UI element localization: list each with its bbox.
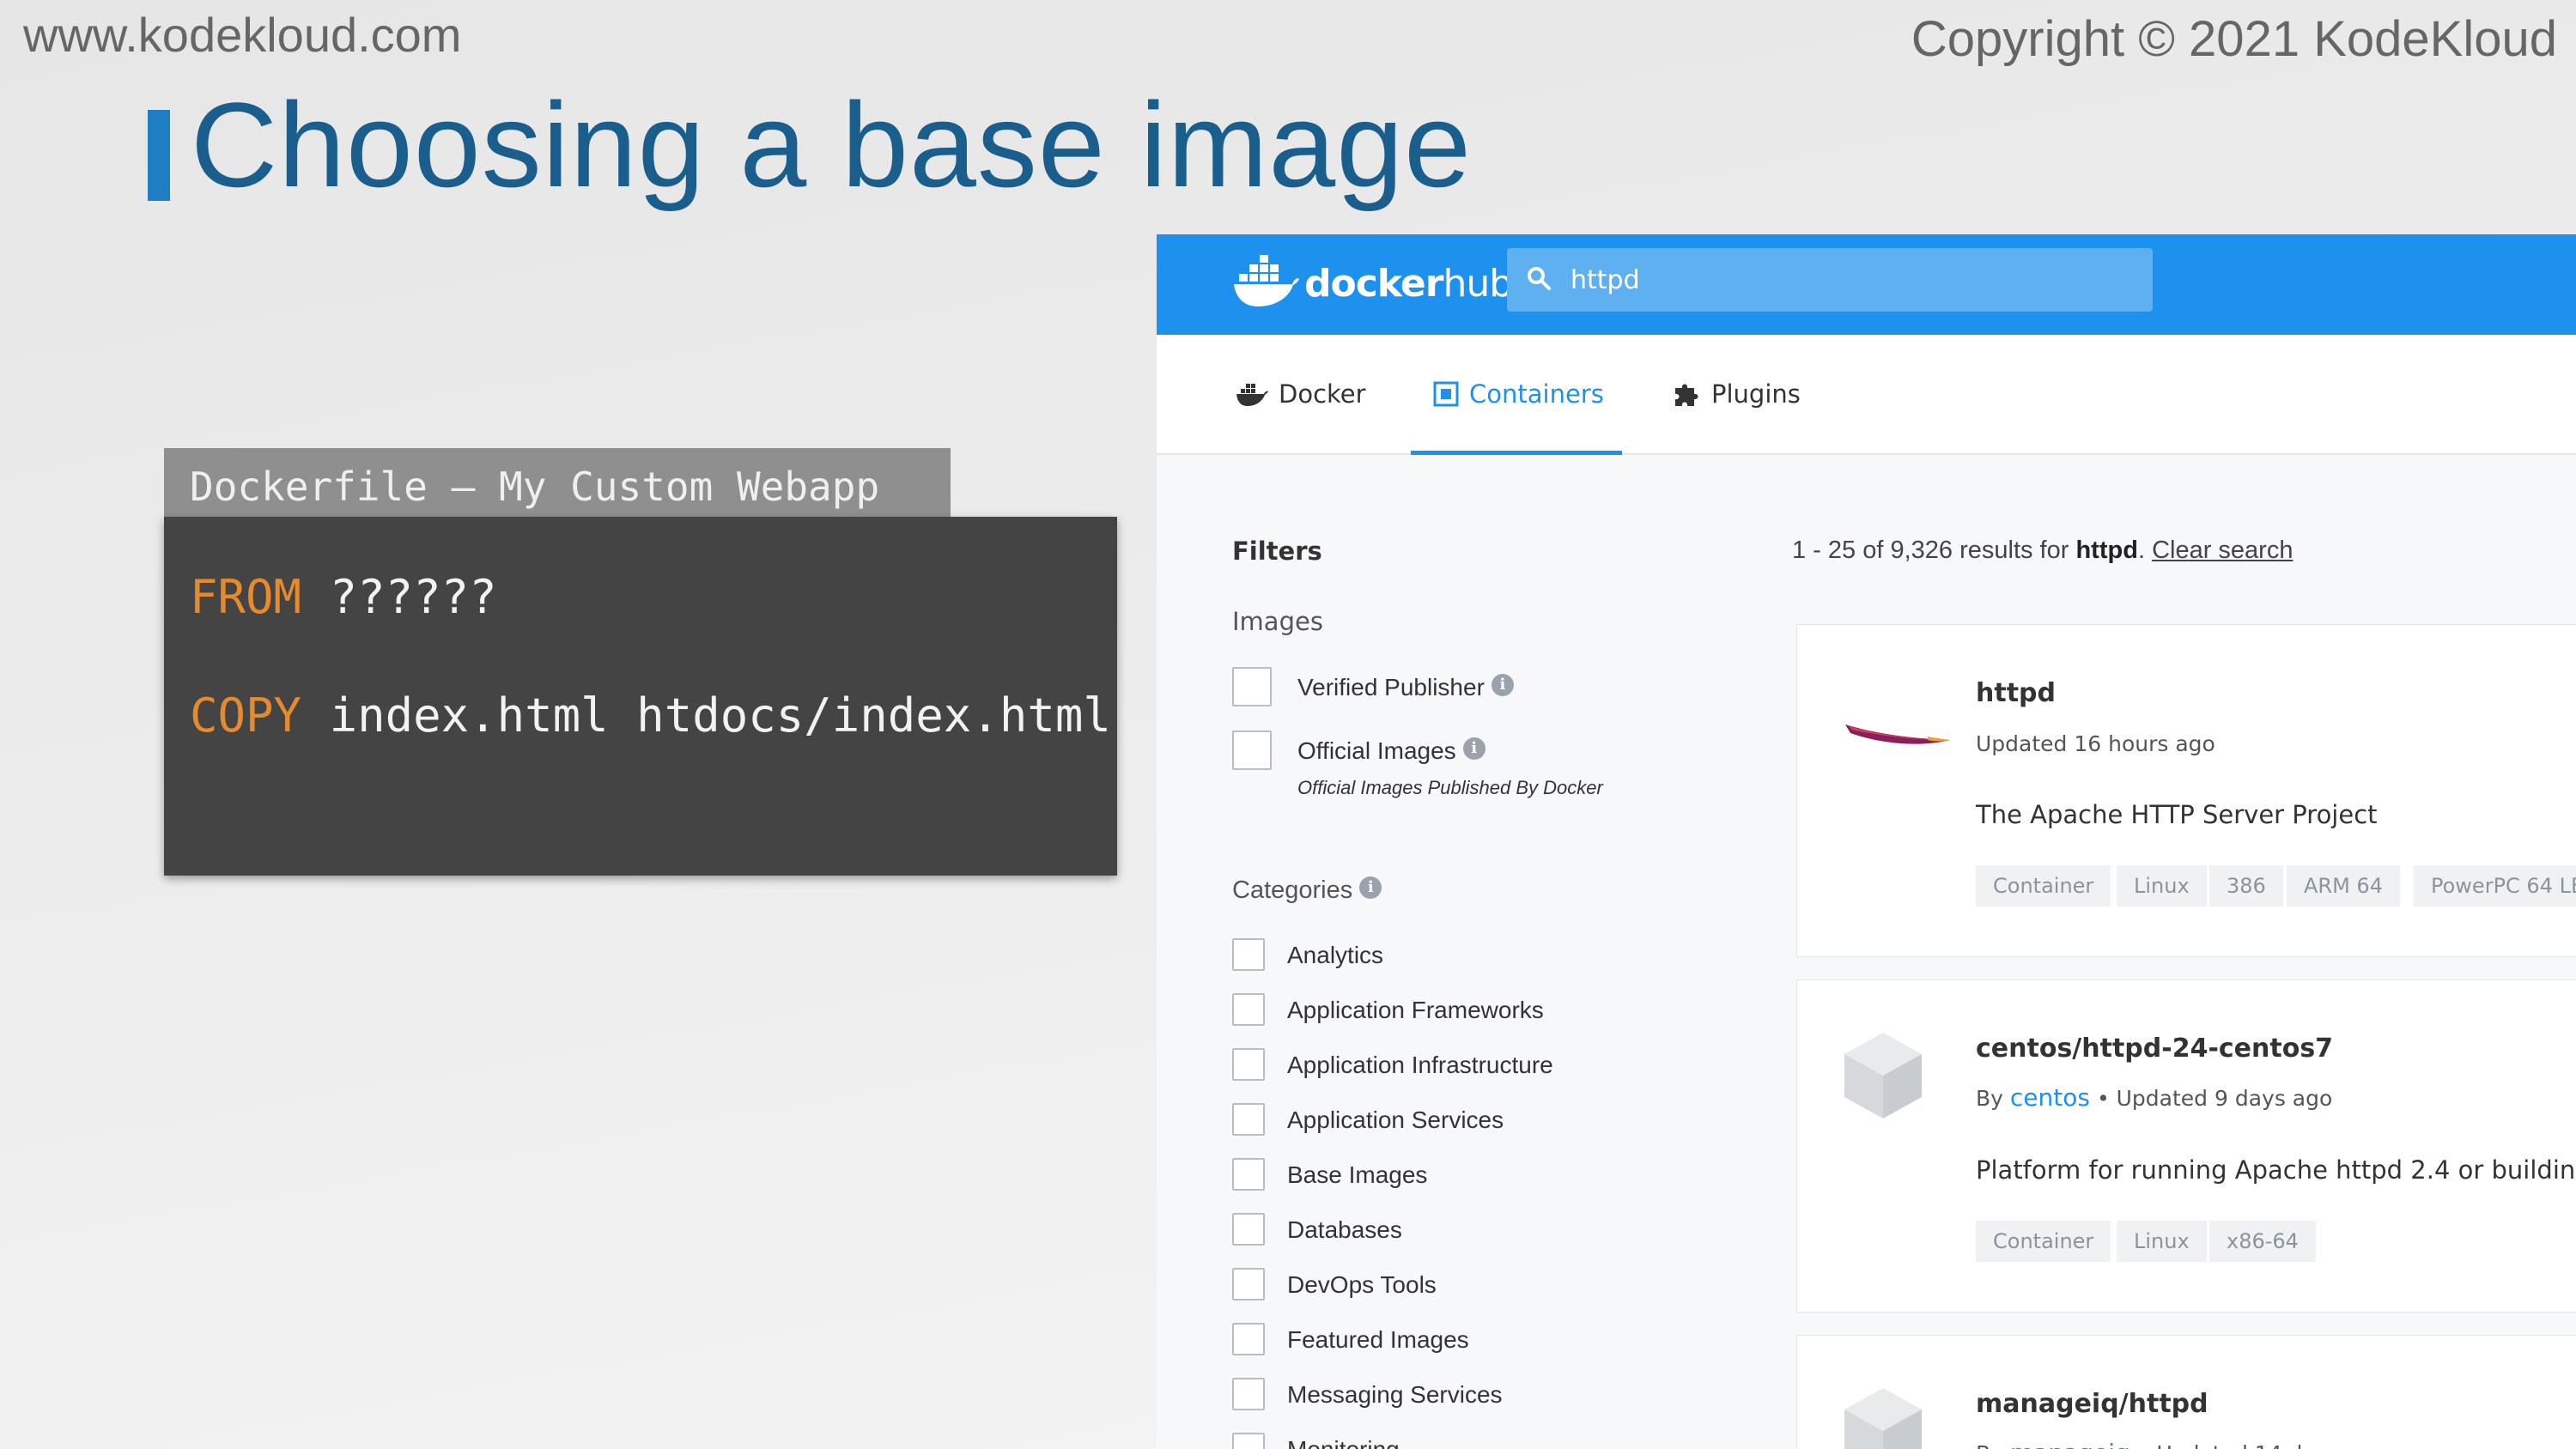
docker-whale-icon <box>1236 381 1268 407</box>
images-title: Images <box>1232 607 1323 636</box>
dockerfile-code: FROM ?????? COPY index.html htdocs/index… <box>164 517 1117 876</box>
copyright: Copyright © 2021 KodeKloud <box>1911 11 2557 67</box>
category-label[interactable]: Databases <box>1287 1216 1402 1244</box>
category-label[interactable]: Application Infrastructure <box>1287 1052 1553 1079</box>
meta-suffix: • Updated 14 days ago <box>2137 1441 2386 1449</box>
card-name[interactable]: httpd <box>1976 678 2056 708</box>
puzzle-icon <box>1672 379 1701 409</box>
tab-label: Docker <box>1279 379 1366 409</box>
dockerhub-logo[interactable]: dockerhub <box>1232 253 1513 313</box>
category-label[interactable]: Featured Images <box>1287 1326 1469 1354</box>
category-label[interactable]: Base Images <box>1287 1161 1427 1189</box>
card-meta: By centos • Updated 9 days ago <box>1976 1083 2332 1112</box>
tag[interactable]: Linux <box>2117 865 2207 906</box>
results-query: httpd <box>2075 537 2138 564</box>
tab-plugins[interactable]: Plugins <box>1672 335 1801 453</box>
category-checkbox[interactable] <box>1232 1323 1265 1355</box>
tag[interactable]: Linux <box>2117 1221 2207 1262</box>
slide-title: Choosing a base image <box>191 77 1472 212</box>
tag[interactable]: PowerPC 64 LE <box>2414 865 2576 906</box>
tag[interactable]: ARM 64 <box>2287 865 2400 906</box>
results-summary: 1 - 25 of 9,326 results for httpd. Clear… <box>1792 537 2293 564</box>
official-images-checkbox[interactable] <box>1232 731 1272 770</box>
search-input[interactable] <box>1571 260 2129 300</box>
category-label[interactable]: Application Services <box>1287 1106 1504 1134</box>
official-images-note: Official Images Published By Docker <box>1297 777 1603 798</box>
category-checkbox[interactable] <box>1232 1103 1265 1136</box>
verified-publisher-label[interactable]: Verified Publisher i <box>1297 674 1514 701</box>
site-url: www.kodekloud.com <box>23 8 462 62</box>
category-checkbox[interactable] <box>1232 993 1265 1026</box>
category-checkbox[interactable] <box>1232 1213 1265 1246</box>
tab-containers[interactable]: Containers <box>1433 335 1604 453</box>
container-icon <box>1433 381 1459 407</box>
category-checkbox[interactable] <box>1232 1158 1265 1191</box>
categories-title: Categories i <box>1232 876 1382 905</box>
tab-docker[interactable]: Docker <box>1236 335 1366 453</box>
category-checkbox[interactable] <box>1232 1378 1265 1410</box>
category-checkbox[interactable] <box>1232 938 1265 971</box>
category-checkbox[interactable] <box>1232 1268 1265 1300</box>
search-icon <box>1526 265 1552 294</box>
category-label[interactable]: Messaging Services <box>1287 1381 1503 1409</box>
code-line-from: FROM ?????? <box>190 570 497 624</box>
dockerhub-screenshot: dockerhub Docker Containers Plugins <box>1157 234 2576 1449</box>
publisher-link[interactable]: centos <box>2010 1083 2090 1112</box>
dockerhub-logo-text: dockerhub <box>1304 261 1513 306</box>
category-checkbox[interactable] <box>1232 1048 1265 1081</box>
card-description: The Apache HTTP Server Project <box>1976 800 2378 829</box>
meta-prefix: By <box>1976 1441 2003 1449</box>
filters-title: Filters <box>1232 537 1322 566</box>
results-range: 1 - 25 of 9,326 results for <box>1792 537 2069 564</box>
meta-suffix: • Updated 9 days ago <box>2096 1086 2333 1111</box>
code-args: index.html htdocs/index.html <box>329 688 1111 743</box>
meta-prefix: By <box>1976 1086 2003 1111</box>
card-meta: By manageiq • Updated 14 days ago <box>1976 1439 2386 1449</box>
code-keyword: COPY <box>190 688 302 743</box>
tab-label: Containers <box>1469 379 1604 409</box>
verified-publisher-checkbox[interactable] <box>1232 667 1272 706</box>
category-label[interactable]: DevOps Tools <box>1287 1271 1437 1299</box>
tag[interactable]: 386 <box>2209 865 2283 906</box>
tag[interactable]: Container <box>1976 1221 2111 1262</box>
info-icon[interactable]: i <box>1359 876 1382 899</box>
result-card-centos[interactable]: centos/httpd-24-centos7 By centos • Upda… <box>1796 979 2576 1313</box>
clear-search-link[interactable]: Clear search <box>2152 537 2293 564</box>
card-name[interactable]: centos/httpd-24-centos7 <box>1976 1034 2333 1064</box>
search-box[interactable] <box>1507 248 2153 312</box>
result-card-manageiq[interactable]: manageiq/httpd By manageiq • Updated 14 … <box>1796 1335 2576 1449</box>
logo-text-hub: hub <box>1443 261 1513 306</box>
cube-icon <box>1840 1028 1926 1126</box>
categories-label: Categories <box>1232 876 1353 904</box>
info-icon[interactable]: i <box>1491 674 1514 696</box>
official-images-label[interactable]: Official Images i <box>1297 737 1485 765</box>
filter-label: Official Images <box>1297 737 1456 764</box>
tag[interactable]: Container <box>1976 865 2111 906</box>
dockerhub-topbar: dockerhub <box>1157 234 2576 335</box>
card-name[interactable]: manageiq/httpd <box>1976 1389 2208 1419</box>
dockerfile-label: Dockerfile – My Custom Webapp <box>164 448 951 517</box>
category-label[interactable]: Monitoring <box>1287 1436 1400 1449</box>
docker-whale-icon <box>1232 253 1299 313</box>
tab-label: Plugins <box>1711 379 1801 409</box>
code-args: ?????? <box>329 570 497 624</box>
category-label[interactable]: Application Frameworks <box>1287 997 1544 1024</box>
cube-icon <box>1840 1384 1926 1449</box>
apache-feather-icon <box>1842 707 1953 762</box>
result-card-httpd[interactable]: httpd Updated 16 hours ago The Apache HT… <box>1796 624 2576 957</box>
category-label[interactable]: Analytics <box>1287 942 1383 969</box>
logo-text-docker: docker <box>1304 261 1443 306</box>
category-checkbox[interactable] <box>1232 1433 1265 1449</box>
publisher-link[interactable]: manageiq <box>2010 1439 2130 1449</box>
tab-strip: Docker Containers Plugins <box>1157 335 2576 455</box>
title-accent-bar <box>148 110 170 201</box>
tag[interactable]: x86-64 <box>2209 1221 2316 1262</box>
info-icon[interactable]: i <box>1462 737 1485 760</box>
code-keyword: FROM <box>190 570 302 624</box>
code-line-copy: COPY index.html htdocs/index.html <box>190 688 1111 743</box>
tab-active-underline <box>1411 451 1622 455</box>
filter-label: Verified Publisher <box>1297 674 1485 700</box>
card-meta: Updated 16 hours ago <box>1976 731 2215 756</box>
card-description: Platform for running Apache httpd 2.4 or… <box>1976 1155 2576 1185</box>
